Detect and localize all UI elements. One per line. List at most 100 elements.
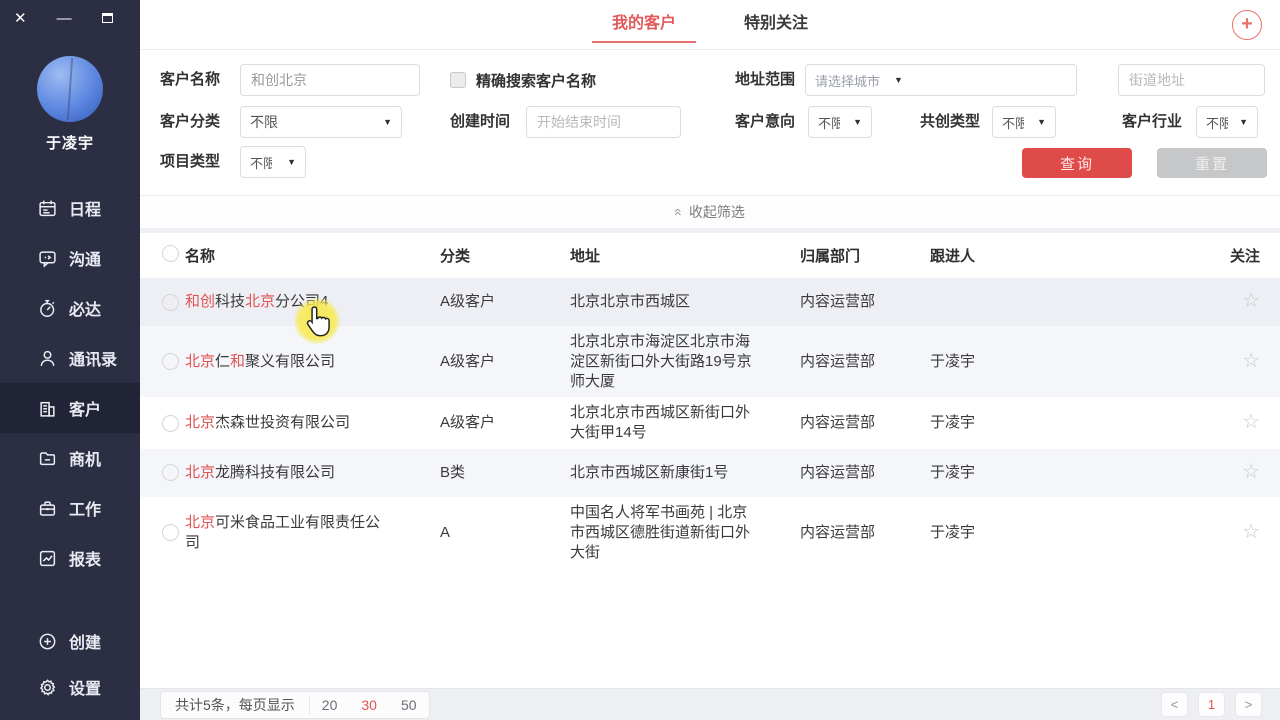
sidebar-item-work[interactable]: 工作 <box>0 483 140 533</box>
customer-name-link[interactable]: 北京仁和聚义有限公司 <box>185 352 440 372</box>
column-header-follower: 跟进人 <box>930 245 1080 266</box>
star-icon[interactable]: ☆ <box>1242 461 1260 483</box>
department-cell: 内容运营部 <box>800 352 930 372</box>
row-select-radio[interactable] <box>162 415 179 432</box>
star-icon[interactable]: ☆ <box>1242 350 1260 372</box>
row-select-radio[interactable] <box>162 294 179 311</box>
sidebar-item-reports[interactable]: 报表 <box>0 533 140 583</box>
industry-label: 客户行业 <box>1122 106 1182 138</box>
chevron-down-icon: ▼ <box>888 75 903 85</box>
intent-label: 客户意向 <box>735 106 795 138</box>
department-cell: 内容运营部 <box>800 463 930 483</box>
address-cell: 北京北京市海淀区北京市海淀区新街口外大街路19号京师大厦 <box>570 332 800 391</box>
customer-name-label: 客户名称 <box>160 64 220 96</box>
add-customer-icon[interactable]: + <box>1232 10 1262 40</box>
next-page-button[interactable]: > <box>1235 692 1262 717</box>
prev-page-button[interactable]: < <box>1161 692 1188 717</box>
sidebar-item-label: 日程 <box>69 196 101 220</box>
search-button[interactable]: 查询 <box>1022 148 1132 178</box>
industry-select[interactable]: 不限 ▼ <box>1196 106 1258 138</box>
exact-search-label: 精确搜索客户名称 <box>476 70 596 91</box>
collapse-filters-link[interactable]: « 收起筛选 <box>140 196 1280 228</box>
city-select[interactable]: 请选择城市 ▼ <box>805 64 1077 96</box>
customer-name-link[interactable]: 北京可米食品工业有限责任公司 <box>185 513 440 553</box>
table-body: 和创科技北京分公司4A级客户北京北京市西城区内容运营部☆北京仁和聚义有限公司A级… <box>140 278 1280 568</box>
row-select-radio[interactable] <box>162 524 179 541</box>
project-type-select[interactable]: 不限 ▼ <box>240 146 306 178</box>
table-row[interactable]: 和创科技北京分公司4A级客户北京北京市西城区内容运营部☆ <box>140 278 1280 326</box>
address-range-label: 地址范围 <box>735 64 795 96</box>
follower-cell: 于凌宇 <box>930 523 1080 543</box>
department-cell: 内容运营部 <box>800 413 930 433</box>
intent-select[interactable]: 不限 ▼ <box>808 106 872 138</box>
page-size-30[interactable]: 30 <box>349 697 389 713</box>
follower-cell: 于凌宇 <box>930 463 1080 483</box>
customer-table: 名称 分类 地址 归属部门 跟进人 关注 和创科技北京分公司4A级客户北京北京市… <box>140 233 1280 688</box>
department-cell: 内容运营部 <box>800 523 930 543</box>
table-row[interactable]: 北京杰森世投资有限公司A级客户北京北京市西城区新街口外大街甲14号内容运营部于凌… <box>140 397 1280 449</box>
name-keyword-highlight: 和 <box>230 353 245 370</box>
chevron-down-icon: ▼ <box>847 117 862 127</box>
exact-search-checkbox-wrap[interactable]: 精确搜索客户名称 <box>450 64 596 96</box>
category-cell: A级客户 <box>440 352 570 372</box>
maximize-icon[interactable] <box>102 11 113 26</box>
row-select-radio[interactable] <box>162 353 179 370</box>
created-time-input[interactable] <box>526 106 681 138</box>
sidebar-item-settings[interactable]: 设置 <box>0 664 140 710</box>
reset-button[interactable]: 重置 <box>1157 148 1267 178</box>
chevron-down-icon: ▼ <box>1031 117 1046 127</box>
table-row[interactable]: 北京可米食品工业有限责任公司A中国名人将军书画苑 | 北京市西城区德胜街道新街口… <box>140 497 1280 568</box>
sidebar-item-customers[interactable]: 客户 <box>0 383 140 433</box>
name-text: 仁 <box>215 353 230 370</box>
customer-name-input[interactable] <box>240 64 420 96</box>
name-text: 龙腾科技有限公司 <box>215 464 335 481</box>
star-icon[interactable]: ☆ <box>1242 411 1260 433</box>
street-address-input[interactable] <box>1118 64 1265 96</box>
department-cell: 内容运营部 <box>800 292 930 312</box>
table-row[interactable]: 北京龙腾科技有限公司B类北京市西城区新康街1号内容运营部于凌宇☆ <box>140 449 1280 497</box>
minimize-icon[interactable]: — <box>57 11 72 26</box>
cocreate-type-select[interactable]: 不限 ▼ <box>992 106 1056 138</box>
checkbox-icon[interactable] <box>450 72 466 88</box>
chevrons-up-icon: « <box>671 208 687 216</box>
sidebar-item-label: 设置 <box>69 675 101 699</box>
main-area: 我的客户 特别关注 + 客户名称 精确搜索客户名称 地址范围 请选择城市 ▼ 客… <box>140 0 1280 720</box>
customer-name-link[interactable]: 北京杰森世投资有限公司 <box>185 413 440 433</box>
page-size-20[interactable]: 20 <box>310 697 350 713</box>
chevron-down-icon: ▼ <box>281 157 296 167</box>
chevron-down-icon: ▼ <box>377 117 392 127</box>
report-chart-icon <box>38 549 57 568</box>
sidebar-item-communication[interactable]: 沟通 <box>0 233 140 283</box>
star-icon[interactable]: ☆ <box>1242 521 1260 543</box>
follower-cell: 于凌宇 <box>930 352 1080 372</box>
customer-name-link[interactable]: 和创科技北京分公司4 <box>185 292 440 312</box>
sidebar-item-create[interactable]: 创建 <box>0 618 140 664</box>
sidebar-item-opportunities[interactable]: 商机 <box>0 433 140 483</box>
sidebar-item-schedule[interactable]: 日程 <box>0 183 140 233</box>
avatar[interactable] <box>37 56 103 122</box>
plus-circle-icon <box>38 632 57 651</box>
user-name: 于凌宇 <box>0 132 140 153</box>
sidebar-item-label: 报表 <box>69 546 101 570</box>
select-all-radio[interactable] <box>162 245 179 262</box>
row-select-radio[interactable] <box>162 464 179 481</box>
current-page-button[interactable]: 1 <box>1198 692 1225 717</box>
close-icon[interactable]: ✕ <box>14 11 27 26</box>
category-cell: A级客户 <box>440 292 570 312</box>
star-icon[interactable]: ☆ <box>1242 290 1260 312</box>
footer-bar: 共计5条，每页显示 20 30 50 < 1 > <box>140 688 1280 720</box>
address-cell: 中国名人将军书画苑 | 北京市西城区德胜街道新街口外大街 <box>570 503 800 562</box>
sidebar-item-bida[interactable]: 必达 <box>0 283 140 333</box>
chevron-down-icon: ▼ <box>1233 117 1248 127</box>
tab-my-customers[interactable]: 我的客户 <box>602 0 686 50</box>
briefcase-icon <box>38 499 57 518</box>
created-time-label: 创建时间 <box>450 106 510 138</box>
customer-name-link[interactable]: 北京龙腾科技有限公司 <box>185 463 440 483</box>
sidebar-item-contacts[interactable]: 通讯录 <box>0 333 140 383</box>
sidebar-item-label: 必达 <box>69 296 101 320</box>
page-size-50[interactable]: 50 <box>389 697 429 713</box>
name-text: 科技 <box>215 293 245 310</box>
category-select[interactable]: 不限 ▼ <box>240 106 402 138</box>
tab-special-follow[interactable]: 特别关注 <box>734 0 818 50</box>
table-row[interactable]: 北京仁和聚义有限公司A级客户北京北京市海淀区北京市海淀区新街口外大街路19号京师… <box>140 326 1280 397</box>
